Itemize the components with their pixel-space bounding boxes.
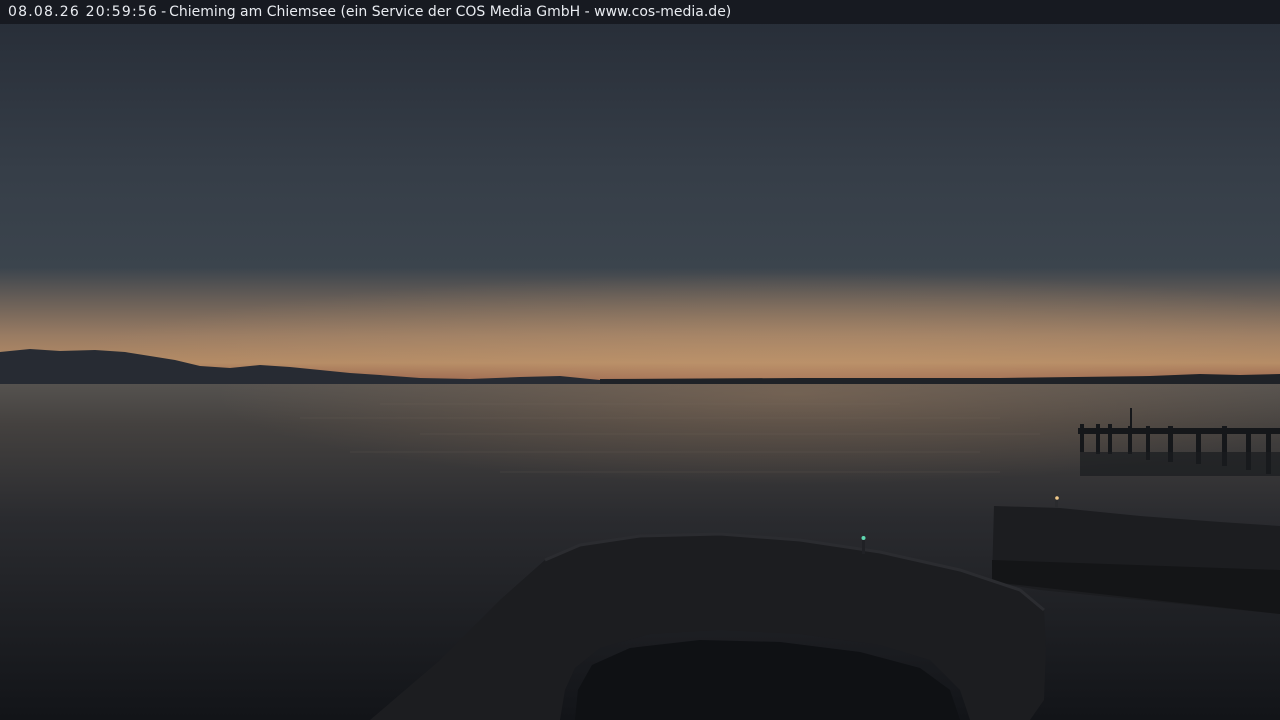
sky-glow (0, 200, 1280, 382)
green-marker-post (862, 538, 865, 554)
caption-separator: - (161, 4, 167, 20)
webcam-caption-bar: 08.08.26 20:59:56- Chieming am Chiemsee (… (0, 0, 1280, 24)
jetty-reflection (1080, 452, 1280, 476)
location-caption: Chieming am Chiemsee (ein Service der CO… (169, 4, 732, 20)
lake-sunset-scene (0, 0, 1280, 720)
timestamp: 08.08.26 20:59:56 (8, 4, 159, 20)
webcam-frame: 08.08.26 20:59:56- Chieming am Chiemsee (… (0, 0, 1280, 720)
amber-marker-light (1055, 496, 1059, 500)
green-marker-light (861, 536, 866, 540)
